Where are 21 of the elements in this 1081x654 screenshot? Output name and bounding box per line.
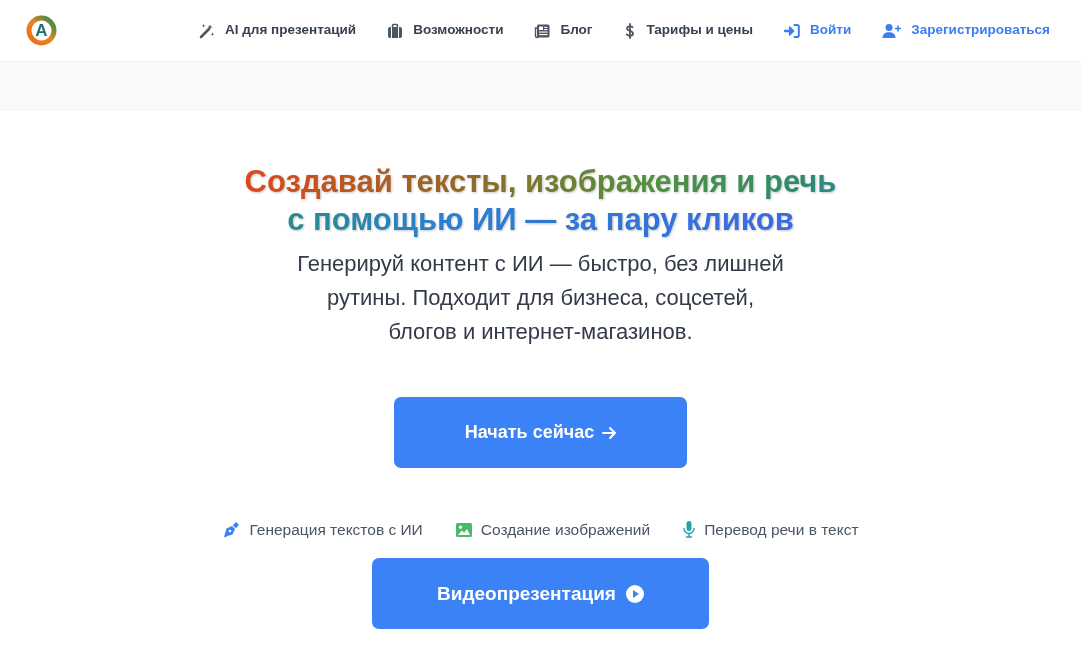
arrow-right-icon — [602, 425, 617, 440]
feature-label: Перевод речи в текст — [704, 520, 859, 540]
feature-label: Генерация текстов с ИИ — [249, 520, 423, 540]
nav-link[interactable]: AI для презентаций — [199, 20, 357, 41]
dollar-icon — [623, 22, 637, 39]
briefcase-icon — [387, 22, 404, 39]
magic-wand-icon — [199, 22, 215, 39]
play-circle-icon — [625, 584, 644, 603]
nav-link[interactable]: Зарегистрироваться — [882, 20, 1050, 41]
start-button[interactable]: Начать сейчас — [394, 397, 687, 468]
feature-label: Создание изображений — [480, 520, 651, 540]
video-presentation-button[interactable]: Видеопрезентация — [372, 558, 709, 630]
nav-link[interactable]: Блог — [534, 20, 593, 41]
user-plus-icon — [882, 22, 902, 39]
newspaper-icon — [534, 22, 551, 39]
hero-subtitle: Генерируй контент с ИИ — быстро, без лишней рутины. Подходит для бизнеса, соцсетей, блогов и интернет-магазинов. — [297, 250, 784, 346]
nav-link[interactable]: Войти — [784, 20, 852, 41]
nav-link[interactable]: Тарифы и цены — [623, 20, 754, 41]
sign-in-icon — [784, 22, 801, 39]
logo[interactable]: A — [26, 15, 57, 46]
nav-link[interactable]: Возможности — [387, 20, 504, 41]
